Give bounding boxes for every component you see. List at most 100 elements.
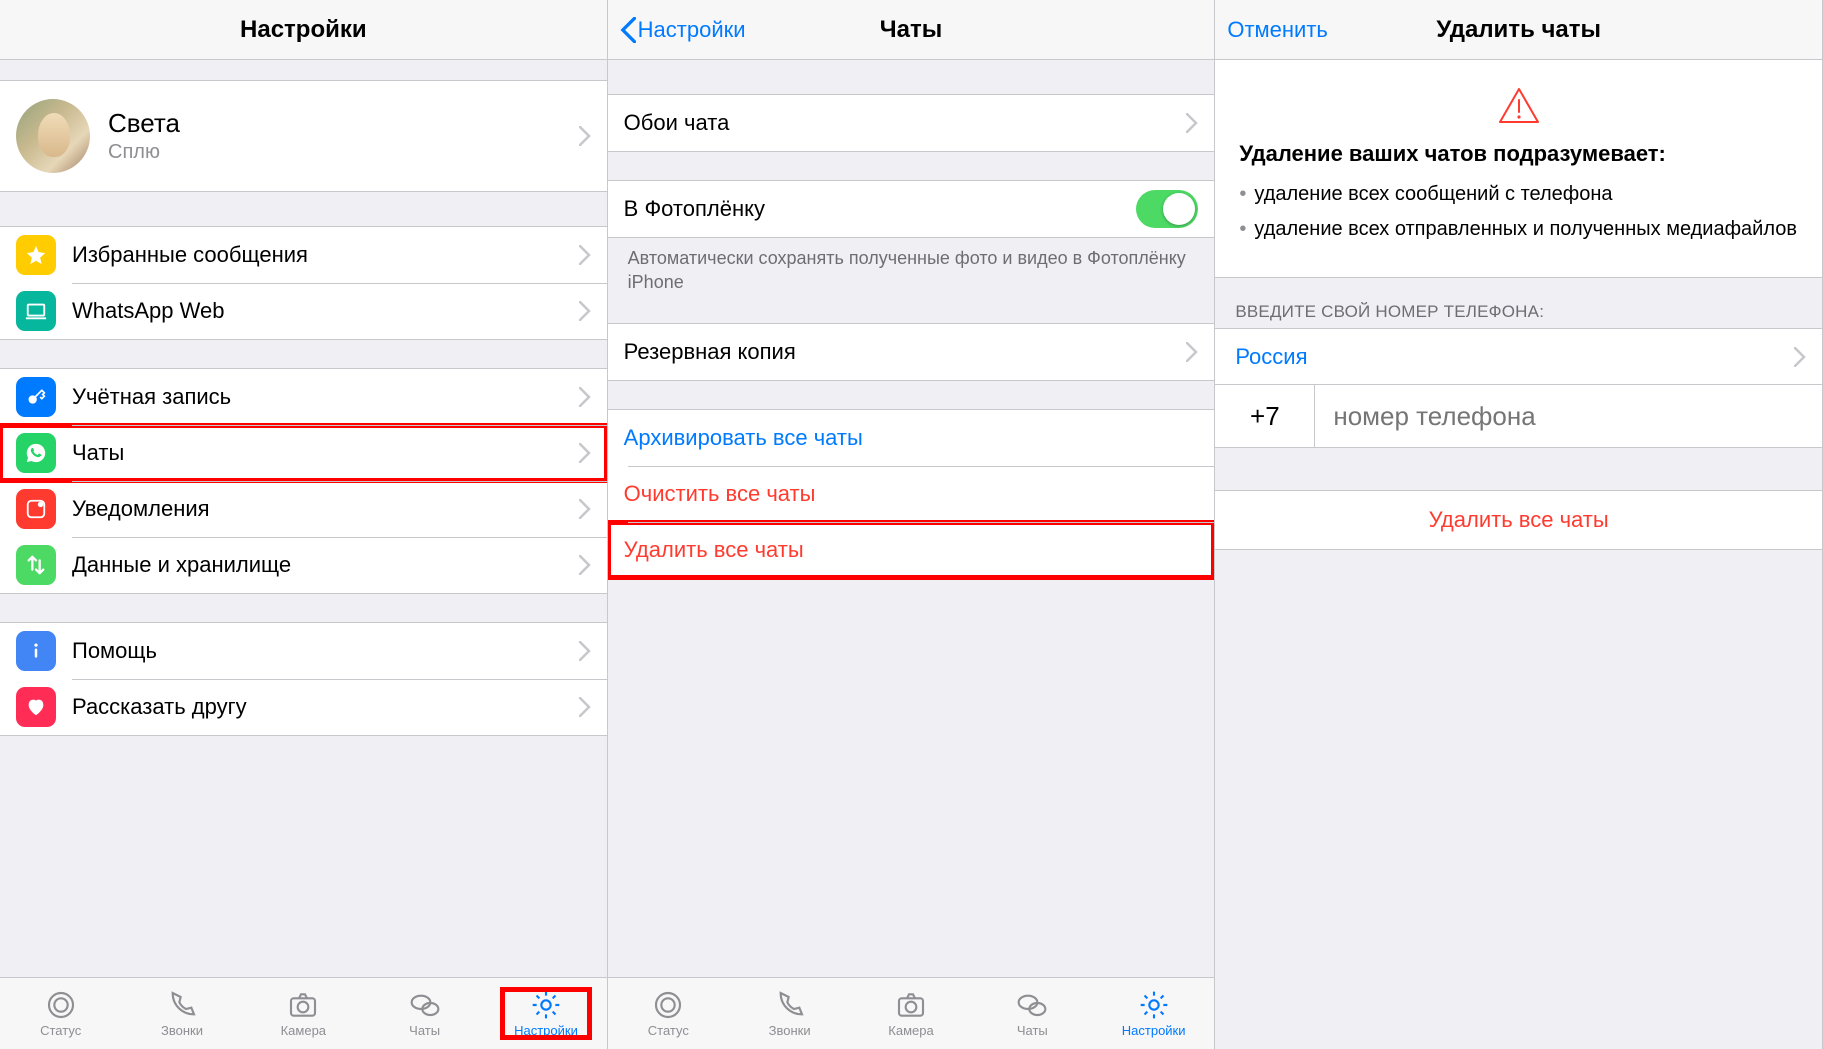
tab-camera[interactable]: Камера <box>259 989 347 1038</box>
back-button[interactable]: Настройки <box>620 17 746 43</box>
chevron-right-icon <box>1794 347 1806 367</box>
cell-starred[interactable]: Избранные сообщения <box>0 227 607 283</box>
group-wallpaper: Обои чата <box>608 94 1215 152</box>
cell-clear-all[interactable]: Очистить все чаты <box>608 466 1215 522</box>
dial-code: +7 <box>1215 385 1315 447</box>
camera-icon <box>895 989 927 1021</box>
cell-label: Резервная копия <box>624 339 1187 365</box>
cell-label: Данные и хранилище <box>72 552 579 578</box>
status-icon <box>652 989 684 1021</box>
heart-icon <box>16 687 56 727</box>
group-backup: Резервная копия <box>608 323 1215 381</box>
profile-row[interactable]: Света Сплю <box>0 80 607 192</box>
tab-settings[interactable]: Настройки <box>1110 989 1198 1038</box>
cell-backup[interactable]: Резервная копия <box>608 324 1215 380</box>
chevron-right-icon <box>579 245 591 265</box>
tab-chats[interactable]: Чаты <box>988 989 1076 1038</box>
content: Обои чата В Фотоплёнку Автоматически сох… <box>608 60 1215 977</box>
tab-label: Чаты <box>1017 1023 1048 1038</box>
chevron-right-icon <box>579 443 591 463</box>
cell-label: Рассказать другу <box>72 694 579 720</box>
tab-label: Статус <box>648 1023 689 1038</box>
cell-label: В Фотоплёнку <box>624 196 1137 222</box>
profile-text: Света Сплю <box>108 108 579 164</box>
panel-settings: Настройки Света Сплю Избранные сообщения <box>0 0 608 1049</box>
cell-label: WhatsApp Web <box>72 298 579 324</box>
cell-whatsapp-web[interactable]: WhatsApp Web <box>0 283 607 339</box>
tabbar: Статус Звонки Камера Чаты Настройки <box>0 977 607 1049</box>
navbar: Отменить Удалить чаты <box>1215 0 1822 60</box>
cell-delete-all[interactable]: Удалить все чаты <box>608 522 1215 578</box>
chevron-right-icon <box>1186 113 1198 133</box>
gear-icon <box>530 989 562 1021</box>
info-block: Удаление ваших чатов подразумевает: удал… <box>1215 141 1822 259</box>
cell-label: Помощь <box>72 638 579 664</box>
chevron-right-icon <box>579 499 591 519</box>
cell-label: Чаты <box>72 440 579 466</box>
cell-label: Обои чата <box>624 110 1187 136</box>
group-account: Учётная запись Чаты Уведомления <box>0 368 607 594</box>
switch-camera-roll[interactable] <box>1136 190 1198 228</box>
cell-notifications[interactable]: Уведомления <box>0 481 607 537</box>
delete-all-button[interactable]: Удалить все чаты <box>1215 491 1822 549</box>
navbar: Настройки <box>0 0 607 60</box>
tab-camera[interactable]: Камера <box>867 989 955 1038</box>
phone-icon <box>166 989 198 1021</box>
chevron-right-icon <box>579 301 591 321</box>
cell-archive-all[interactable]: Архивировать все чаты <box>608 410 1215 466</box>
cell-account[interactable]: Учётная запись <box>0 369 607 425</box>
chevron-right-icon <box>579 126 591 146</box>
status-icon <box>45 989 77 1021</box>
tab-status[interactable]: Статус <box>624 989 712 1038</box>
bullet-1: удаление всех сообщений с телефона <box>1239 181 1798 208</box>
cell-label: Уведомления <box>72 496 579 522</box>
cell-label: Удалить все чаты <box>624 537 1199 563</box>
tab-settings[interactable]: Настройки <box>502 989 590 1038</box>
country-label: Россия <box>1235 344 1794 370</box>
arrows-icon <box>16 545 56 585</box>
tabbar: Статус Звонки Камера Чаты Настройки <box>608 977 1215 1049</box>
warning-icon <box>1497 86 1541 126</box>
chevron-right-icon <box>579 641 591 661</box>
whatsapp-icon <box>16 433 56 473</box>
cell-wallpaper[interactable]: Обои чата <box>608 95 1215 151</box>
avatar <box>16 99 90 173</box>
chevron-right-icon <box>579 387 591 407</box>
tab-label: Камера <box>888 1023 933 1038</box>
phone-icon <box>774 989 806 1021</box>
cell-help[interactable]: Помощь <box>0 623 607 679</box>
phone-input[interactable] <box>1315 401 1822 432</box>
info-title: Удаление ваших чатов подразумевает: <box>1239 141 1798 167</box>
content: Удаление ваших чатов подразумевает: удал… <box>1215 60 1822 1049</box>
gear-icon <box>1138 989 1170 1021</box>
delete-group: Удалить все чаты <box>1215 490 1822 550</box>
content: Света Сплю Избранные сообщения WhatsApp … <box>0 60 607 977</box>
tab-label: Звонки <box>769 1023 811 1038</box>
group-help: Помощь Рассказать другу <box>0 622 607 736</box>
chevron-left-icon <box>620 17 636 43</box>
navbar: Настройки Чаты <box>608 0 1215 60</box>
tab-calls[interactable]: Звонки <box>138 989 226 1038</box>
cell-camera-roll[interactable]: В Фотоплёнку <box>608 181 1215 237</box>
panel-chats: Настройки Чаты Обои чата В Фотоплёнку Ав… <box>608 0 1216 1049</box>
country-row[interactable]: Россия <box>1215 328 1822 384</box>
back-label: Настройки <box>638 17 746 43</box>
cell-chats[interactable]: Чаты <box>0 425 607 481</box>
tab-status[interactable]: Статус <box>17 989 105 1038</box>
tab-chats[interactable]: Чаты <box>381 989 469 1038</box>
phone-row: +7 <box>1215 384 1822 448</box>
tab-label: Камера <box>281 1023 326 1038</box>
laptop-icon <box>16 291 56 331</box>
tab-calls[interactable]: Звонки <box>746 989 834 1038</box>
cancel-button[interactable]: Отменить <box>1227 17 1328 43</box>
tab-label: Настройки <box>1122 1023 1186 1038</box>
cell-storage[interactable]: Данные и хранилище <box>0 537 607 593</box>
tab-label: Настройки <box>514 1023 578 1038</box>
group-chat-actions: Архивировать все чаты Очистить все чаты … <box>608 409 1215 579</box>
warning-icon-wrap <box>1215 60 1822 141</box>
chevron-right-icon <box>579 555 591 575</box>
cell-label: Учётная запись <box>72 384 579 410</box>
navbar-title: Чаты <box>880 16 942 44</box>
cell-tell-friend[interactable]: Рассказать другу <box>0 679 607 735</box>
group-starred-web: Избранные сообщения WhatsApp Web <box>0 226 607 340</box>
